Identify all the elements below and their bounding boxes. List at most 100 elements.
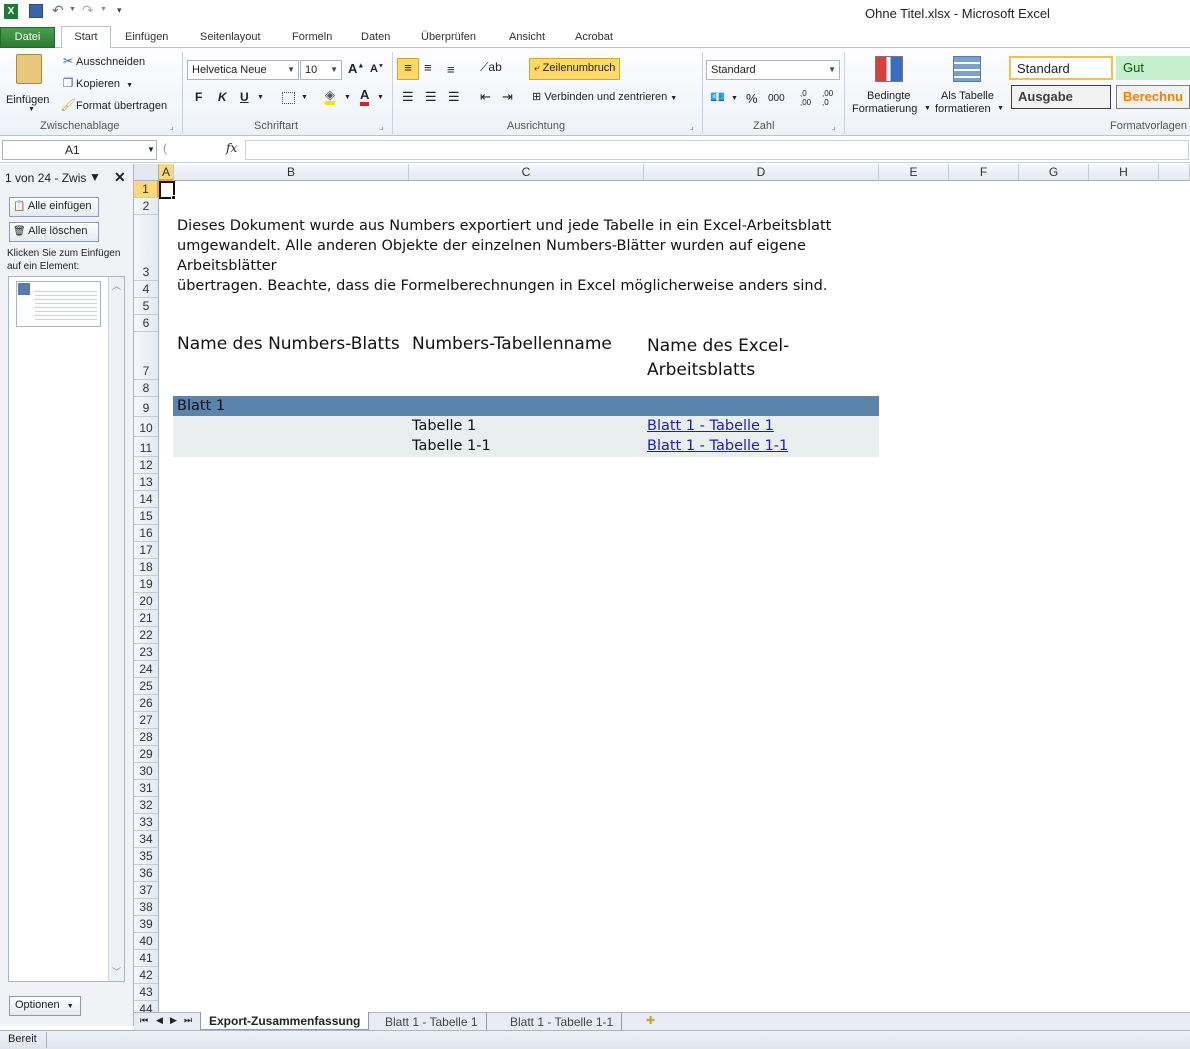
pane-options-button[interactable]: Optionen ▼ [9, 996, 81, 1016]
style-ausgabe[interactable]: Ausgabe [1011, 85, 1111, 109]
tab-datei[interactable]: Datei [0, 27, 55, 48]
decrease-indent-icon[interactable]: ⇤ [480, 89, 491, 105]
font-size-combo[interactable]: 10 ▼ [300, 60, 342, 80]
name-box[interactable]: A1 ▼ [2, 140, 157, 160]
percent-button[interactable]: % [746, 91, 758, 106]
copy-button[interactable]: ❐ Kopieren ▼ [60, 76, 133, 90]
row-header[interactable]: 36 [134, 865, 159, 882]
row-header[interactable]: 29 [134, 746, 159, 763]
row-header[interactable]: 42 [134, 967, 159, 984]
style-berechnung[interactable]: Berechnu [1116, 85, 1190, 109]
row-header[interactable]: 6 [134, 315, 159, 332]
row-header[interactable]: 16 [134, 525, 159, 542]
sheet-tab[interactable]: Blatt 1 - Tabelle 1-1 [502, 1013, 623, 1030]
undo-icon[interactable]: ↶ [52, 2, 64, 19]
tab-einfuegen[interactable]: Einfügen [117, 28, 176, 48]
column-header-b[interactable]: B [174, 164, 409, 181]
row-header[interactable]: 35 [134, 848, 159, 865]
thousands-button[interactable]: 000 [768, 93, 785, 104]
align-top-icon[interactable]: ≡ [397, 58, 419, 80]
row-header[interactable]: 3 [134, 215, 159, 281]
decrease-decimal-icon[interactable]: ,00,0 [822, 89, 833, 107]
format-painter-button[interactable]: 🖌Format übertragen [60, 98, 167, 112]
font-color-dropdown-icon[interactable]: ▼ [377, 94, 384, 101]
name-box-dropdown-icon[interactable]: ▼ [147, 145, 155, 154]
sheet-link[interactable]: Blatt 1 - Tabelle 1 [647, 418, 774, 434]
tab-daten[interactable]: Daten [353, 28, 398, 48]
column-header-g[interactable]: G [1019, 164, 1089, 181]
alignment-dialog-launcher-icon[interactable]: ⌟ [690, 122, 694, 131]
sheet-tab-active[interactable]: Export-Zusammenfassung [200, 1012, 370, 1030]
customize-toolbar-icon[interactable]: ▾ [117, 5, 122, 16]
borders-icon[interactable] [282, 92, 295, 104]
redo-dropdown-icon[interactable]: ▼ [100, 6, 107, 13]
row-header[interactable]: 37 [134, 882, 159, 899]
undo-dropdown-icon[interactable]: ▼ [69, 6, 76, 13]
fill-color-icon[interactable]: ◈ [325, 88, 335, 105]
row-header[interactable]: 28 [134, 729, 159, 746]
tab-ueberpruefen[interactable]: Überprüfen [413, 28, 484, 48]
last-sheet-icon[interactable]: ⏭ [184, 1015, 192, 1026]
row-header[interactable]: 5 [134, 298, 159, 315]
cut-button[interactable]: ✂ Ausschneiden [60, 54, 145, 68]
row-header[interactable]: 12 [134, 457, 159, 474]
tab-formeln[interactable]: Formeln [284, 28, 340, 48]
merge-dropdown-icon[interactable]: ▼ [670, 95, 677, 102]
formula-input[interactable] [245, 140, 1189, 160]
row-header[interactable]: 34 [134, 831, 159, 848]
row-header[interactable]: 2 [134, 198, 159, 215]
sheet-tab[interactable]: Blatt 1 - Tabelle 1 [377, 1013, 487, 1030]
row-header[interactable]: 33 [134, 814, 159, 831]
fill-handle[interactable] [171, 195, 176, 200]
row-header[interactable]: 17 [134, 542, 159, 559]
tab-ansicht[interactable]: Ansicht [501, 28, 553, 48]
currency-icon[interactable]: 💶 [710, 90, 725, 104]
text-orientation-icon[interactable]: ⟋ab [480, 60, 502, 75]
row-header[interactable]: 30 [134, 763, 159, 780]
row-header[interactable]: 27 [134, 712, 159, 729]
column-header-d[interactable]: D [644, 164, 879, 181]
row-header[interactable]: 26 [134, 695, 159, 712]
row-header[interactable]: 24 [134, 661, 159, 678]
align-middle-icon[interactable]: ≡ [424, 60, 432, 75]
font-color-icon[interactable]: A [360, 88, 370, 106]
wrap-text-button[interactable]: ⤶ Zeilenumbruch [529, 58, 621, 80]
conditional-formatting-button[interactable]: Bedingte Formatierung ▼ [850, 52, 931, 116]
row-header[interactable]: 40 [134, 933, 159, 950]
number-dialog-launcher-icon[interactable]: ⌟ [832, 122, 836, 131]
row-header[interactable]: 44 [134, 1001, 159, 1012]
align-right-icon[interactable]: ☰ [448, 89, 460, 105]
worksheet-grid[interactable]: A B C D E F G H 1 2 3 4 5 6 7 8 9 10 11 12 13 14 15 16 1… [134, 164, 1190, 1012]
align-center-icon[interactable]: ☰ [425, 89, 437, 105]
shrink-font-icon[interactable]: A▼ [370, 63, 384, 75]
sheet-link[interactable]: Blatt 1 - Tabelle 1-1 [647, 438, 788, 454]
clipboard-dialog-launcher-icon[interactable]: ⌟ [170, 122, 174, 131]
borders-dropdown-icon[interactable]: ▼ [301, 94, 308, 101]
font-dialog-launcher-icon[interactable]: ⌟ [380, 122, 384, 131]
paste-button[interactable]: Einfügen ▼ [4, 52, 54, 113]
column-header-c[interactable]: C [409, 164, 644, 181]
scroll-up-icon[interactable]: ︿ [112, 279, 121, 292]
row-header[interactable]: 15 [134, 508, 159, 525]
row-header[interactable]: 41 [134, 950, 159, 967]
bold-button[interactable]: F [195, 90, 202, 104]
row-header[interactable]: 19 [134, 576, 159, 593]
row-header[interactable]: 13 [134, 474, 159, 491]
style-gut[interactable]: Gut [1116, 56, 1190, 80]
number-format-combo[interactable]: Standard ▼ [706, 60, 840, 80]
tab-start[interactable]: Start [61, 26, 111, 49]
row-header[interactable]: 9 [134, 397, 159, 417]
row-header[interactable]: 11 [134, 437, 159, 457]
clear-all-button[interactable]: 🗑 Alle löschen [9, 222, 99, 242]
clipboard-item[interactable] [16, 281, 101, 327]
close-pane-icon[interactable]: ✕ [114, 169, 126, 186]
align-left-icon[interactable]: ☰ [402, 89, 414, 105]
grow-font-icon[interactable]: A▲ [348, 61, 364, 76]
pane-options-dropdown-icon[interactable]: ▼ [89, 170, 101, 184]
row-header[interactable]: 1 [134, 181, 159, 198]
row-header[interactable]: 21 [134, 610, 159, 627]
currency-dropdown-icon[interactable]: ▼ [731, 95, 738, 102]
underline-dropdown-icon[interactable]: ▼ [257, 94, 264, 101]
scroll-down-icon[interactable]: ﹀ [112, 965, 121, 978]
align-bottom-icon[interactable]: ≡ [447, 62, 455, 77]
